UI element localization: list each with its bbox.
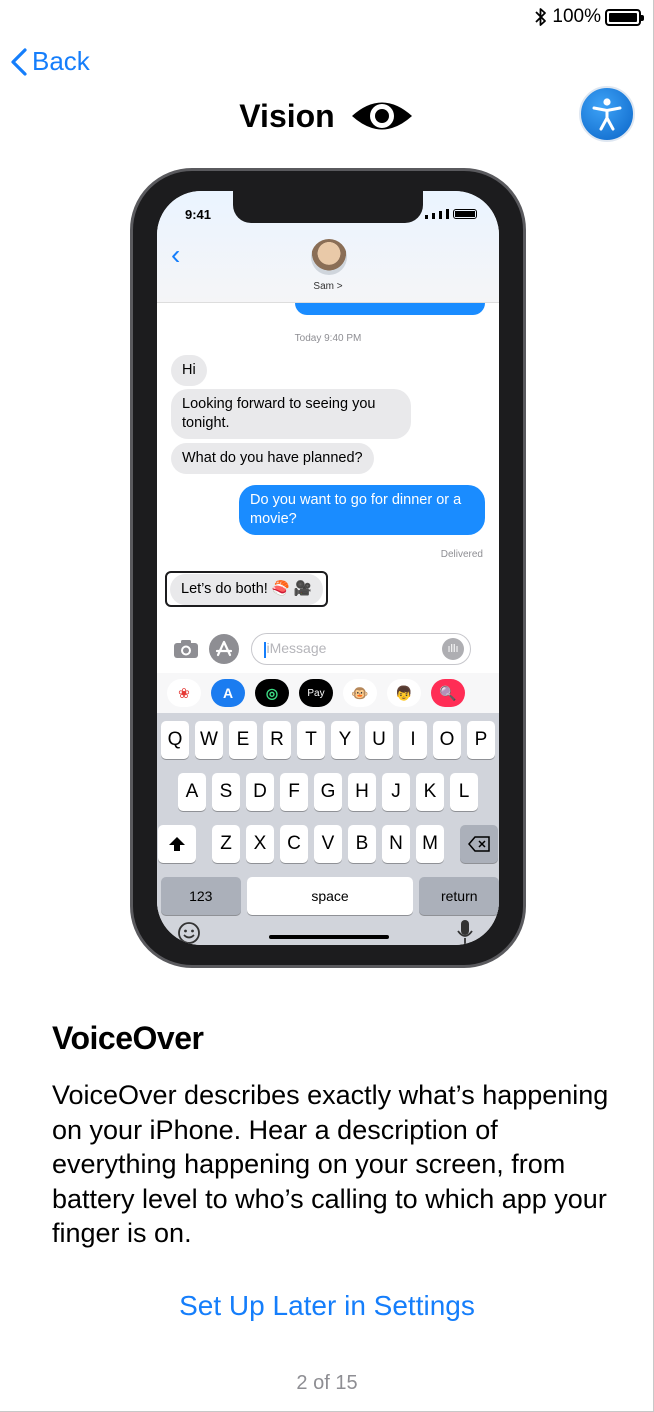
voiceover-focus-ring: Let’s do both! 🍣 🎥 (165, 571, 328, 607)
message-timestamp: Today 9:40 PM (294, 333, 362, 344)
contact-name: Sam > (313, 281, 343, 292)
keyboard-row-3: Z X C V B N M (157, 825, 499, 863)
back-button[interactable]: Back (10, 46, 90, 77)
key[interactable]: H (348, 773, 376, 811)
key[interactable]: L (450, 773, 478, 811)
apps-button[interactable] (209, 634, 239, 664)
key[interactable]: R (263, 721, 291, 759)
message-thread: Today 9:40 PM Hi Looking forward to seei… (157, 303, 499, 623)
accessibility-button[interactable] (579, 86, 635, 142)
key[interactable]: D (246, 773, 274, 811)
back-label: Back (32, 46, 90, 76)
app-memoji[interactable]: 👦 (387, 679, 421, 707)
page-indicator: 2 of 15 (296, 1372, 358, 1394)
shift-key[interactable] (158, 825, 196, 863)
key[interactable]: A (178, 773, 206, 811)
phone-screen: ‹ Sam > 9:41 Today 9:40 PM Hi Looking fo… (157, 191, 499, 945)
phone-notch (233, 191, 423, 223)
avatar (311, 239, 347, 275)
incoming-message: What do you have planned? (171, 443, 374, 474)
app-store-icon (215, 640, 233, 657)
key[interactable]: Q (161, 721, 189, 759)
app-photos[interactable]: ❀ (167, 679, 201, 707)
return-key[interactable]: return (419, 877, 499, 915)
title-row: Vision (0, 95, 654, 137)
key[interactable]: T (297, 721, 325, 759)
app-drawer: ❀ A ◎ Pay 🐵 👦 🔍 (157, 673, 499, 713)
messages-back-icon: ‹ (171, 239, 181, 270)
keyboard-row-1: Q W E R T Y U I O P (157, 721, 499, 759)
phone-status-icons (425, 209, 481, 219)
key[interactable]: M (416, 825, 444, 863)
phone-battery-icon (453, 209, 477, 219)
key[interactable]: X (246, 825, 274, 863)
outgoing-message: Do you want to go for dinner or a movie? (239, 485, 485, 535)
key[interactable]: W (195, 721, 223, 759)
keyboard-row-2: A S D F G H J K L (157, 773, 499, 811)
status-bar: 100% (534, 6, 644, 28)
camera-icon (174, 640, 198, 658)
keyboard: Q W E R T Y U I O P A S D F G H J K L Z … (157, 713, 499, 945)
key[interactable]: E (229, 721, 257, 759)
page-title: Vision (239, 97, 335, 134)
app-animoji[interactable]: 🐵 (343, 679, 377, 707)
feature-description: VoiceOver describes exactly what’s happe… (52, 1080, 609, 1248)
key[interactable]: F (280, 773, 308, 811)
audio-icon[interactable]: ıllı (442, 638, 464, 660)
camera-button[interactable] (171, 634, 201, 664)
battery-percent: 100% (552, 6, 601, 27)
keyboard-row-4: 123 space return (157, 877, 499, 915)
key[interactable]: I (399, 721, 427, 759)
key[interactable]: O (433, 721, 461, 759)
key[interactable]: Y (331, 721, 359, 759)
bluetooth-icon (535, 8, 547, 26)
numbers-key[interactable]: 123 (161, 877, 241, 915)
battery-icon (605, 8, 644, 26)
app-search[interactable]: 🔍 (431, 679, 465, 707)
key[interactable]: G (314, 773, 342, 811)
key[interactable]: U (365, 721, 393, 759)
delete-key[interactable] (460, 825, 498, 863)
chevron-left-icon (11, 47, 27, 76)
key[interactable]: N (382, 825, 410, 863)
app-store[interactable]: A (211, 679, 245, 707)
space-key[interactable]: space (246, 877, 414, 915)
imessage-placeholder: iMessage (266, 640, 327, 657)
iphone-illustration: ‹ Sam > 9:41 Today 9:40 PM Hi Looking fo… (130, 168, 526, 968)
key[interactable]: V (314, 825, 342, 863)
message-composer: iMessage ıllı (157, 627, 499, 671)
previous-bubble (295, 303, 485, 315)
phone-time: 9:41 (185, 207, 212, 222)
delivered-label: Delivered (440, 549, 483, 560)
setup-screen: 100% Back Vision ‹ Sam > 9:41 Today 9:40… (0, 0, 654, 1412)
imessage-field[interactable]: iMessage ıllı (251, 633, 471, 665)
app-apple-pay[interactable]: Pay (299, 679, 333, 707)
delete-icon (468, 836, 490, 852)
shift-icon (169, 837, 185, 851)
key[interactable]: B (348, 825, 376, 863)
emoji-icon[interactable] (177, 921, 201, 945)
key[interactable]: P (467, 721, 495, 759)
key[interactable]: Z (212, 825, 240, 863)
set-up-later-link[interactable]: Set Up Later in Settings (0, 1290, 654, 1322)
key[interactable]: S (212, 773, 240, 811)
key[interactable]: C (280, 825, 308, 863)
key[interactable]: K (416, 773, 444, 811)
accessibility-icon (592, 98, 622, 131)
app-activity[interactable]: ◎ (255, 679, 289, 707)
focused-message: Let’s do both! 🍣 🎥 (170, 573, 323, 605)
feature-heading: VoiceOver (52, 1020, 204, 1056)
incoming-message: Hi (171, 355, 207, 386)
home-indicator (269, 935, 389, 939)
eye-icon (351, 102, 412, 130)
microphone-icon[interactable] (457, 919, 473, 945)
key[interactable]: J (382, 773, 410, 811)
incoming-message: Looking forward to seeing you tonight. (171, 389, 411, 439)
